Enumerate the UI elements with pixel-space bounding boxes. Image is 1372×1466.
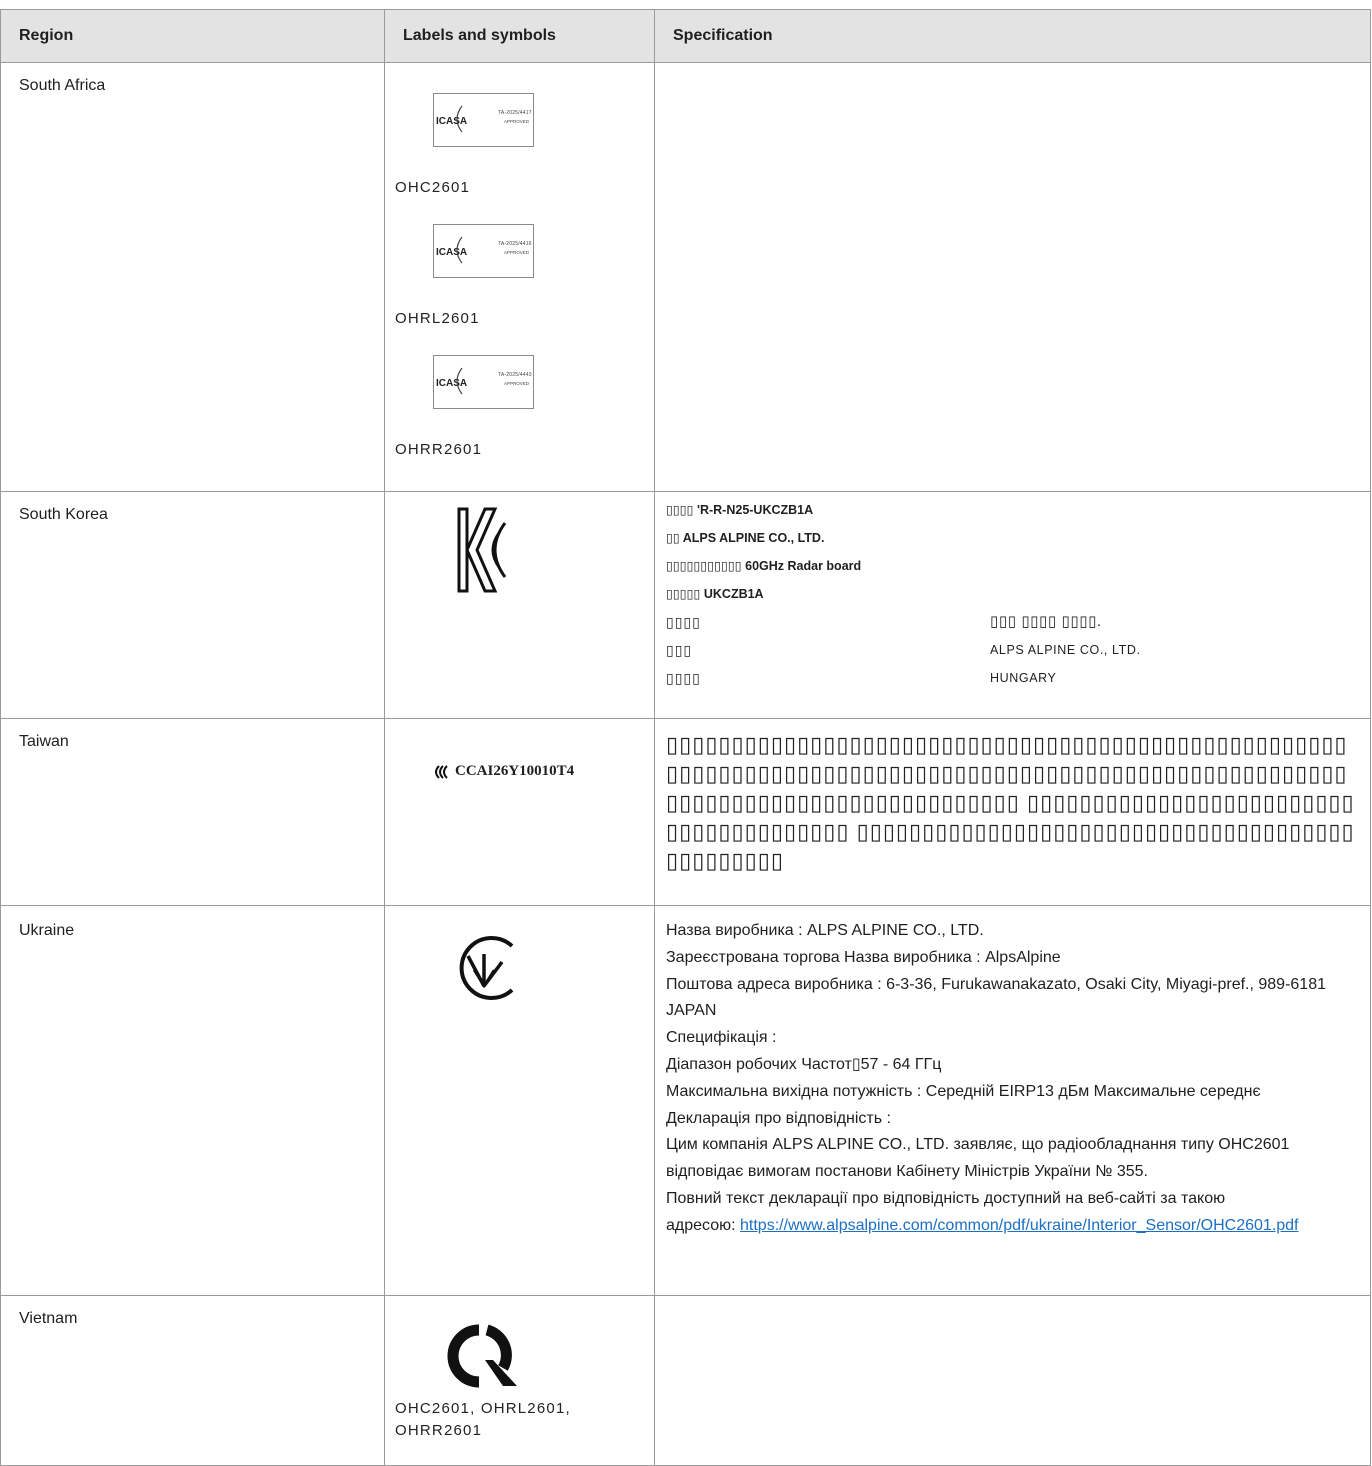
svg-text:ICASA: ICASA — [436, 378, 467, 389]
ua-link-prefix: адресою: — [666, 1216, 740, 1234]
spec-south-africa — [654, 62, 1371, 492]
table-row-vietnam: Vietnam OHC2601, OHRL2601, OHRR2601 — [0, 1295, 1371, 1466]
region-south-africa: South Africa — [0, 62, 385, 492]
kc-value-1: ▯▯▯ ▯▯▯▯ ▯▯▯▯. — [990, 613, 1102, 630]
icasa-code-3: TA-2025/4443 — [498, 372, 532, 378]
icasa-code-1: TA-2025/4417 — [498, 110, 532, 116]
region-ukraine: Ukraine — [0, 905, 385, 1296]
table-row-south-africa: South Africa ICASA TA-2025/4417 APPROVED… — [0, 62, 1371, 492]
ua-line-8: Цим компанія ALPS ALPINE CO., LTD. заявл… — [666, 1136, 1290, 1181]
header-spec: Specification — [654, 9, 1371, 63]
region-vietnam: Vietnam — [0, 1295, 385, 1466]
spec-south-korea: ▯▯▯▯ 'R-R-N25-UKCZB1A ▯▯ ALPS ALPINE CO.… — [654, 491, 1371, 719]
model-ohc2601: OHC2601 — [395, 179, 471, 196]
labels-cell-south-korea — [384, 491, 655, 719]
ua-line-4: Специфікація : — [666, 1029, 777, 1047]
ncc-waves-icon — [435, 764, 448, 779]
icasa-label-2: ICASA TA-2025/4416 APPROVED — [433, 224, 534, 278]
header-region: Region — [0, 9, 385, 63]
spec-ukraine: Назва виробника : ALPS ALPINE CO., LTD. … — [654, 905, 1371, 1296]
table-row-south-korea: South Korea ▯▯▯▯ 'R-R-N25-UKCZB1A ▯▯ ALP… — [0, 491, 1371, 719]
ua-line-6: Максимальна вихідна потужність : Середні… — [666, 1082, 1261, 1100]
kc-line-1: ▯▯▯▯ 'R-R-N25-UKCZB1A — [666, 503, 814, 517]
spec-vietnam — [654, 1295, 1371, 1466]
region-taiwan: Taiwan — [0, 718, 385, 906]
table-header-row: Region Labels and symbols Specification — [0, 9, 1371, 63]
taiwan-notice-text: ▯▯▯▯▯▯▯▯▯▯▯▯▯▯▯▯▯▯▯▯▯▯▯▯▯▯▯▯▯▯▯▯▯▯▯▯▯▯▯▯… — [666, 732, 1355, 873]
region-south-korea: South Korea — [0, 491, 385, 719]
icasa-approved-2: APPROVED — [504, 250, 530, 255]
labels-cell-vietnam: OHC2601, OHRL2601, OHRR2601 — [384, 1295, 655, 1466]
ua-line-1: Назва виробника : ALPS ALPINE CO., LTD. — [666, 922, 984, 939]
ukrsepro-mark-icon — [459, 936, 514, 1000]
kc-line-4: ▯▯▯▯▯ UKCZB1A — [666, 587, 764, 601]
table-row-taiwan: Taiwan CCAI26Y10010T4 ▯▯▯▯▯▯▯▯▯▯▯▯▯▯▯▯▯▯… — [0, 718, 1371, 906]
cr-mark-icon — [447, 1324, 517, 1388]
kc-info-grid: ▯▯▯▯ ▯▯▯ ▯▯▯▯ ▯▯▯▯. ▯▯▯ ALPS ALPINE CO.,… — [666, 608, 1370, 692]
labels-cell-taiwan: CCAI26Y10010T4 — [384, 718, 655, 906]
kc-line-3: ▯▯▯▯▯▯▯▯▯▯▯ 60GHz Radar board — [666, 559, 862, 573]
regulatory-table: Region Labels and symbols Specification … — [0, 9, 1371, 1466]
icasa-approved-3: APPROVED — [504, 381, 530, 386]
icasa-approved-1: APPROVED — [504, 119, 530, 124]
svg-text:ICASA: ICASA — [436, 116, 467, 127]
kc-value-3: HUNGARY — [990, 671, 1057, 685]
labels-cell-ukraine — [384, 905, 655, 1296]
ncc-code: CCAI26Y10010T4 — [455, 763, 575, 779]
ua-line-9: Повний текст декларації про відповідніст… — [666, 1189, 1226, 1207]
ua-line-2: Зареєстрована торгова Назва виробника : … — [666, 948, 1061, 966]
kc-key-1: ▯▯▯▯ — [666, 614, 701, 630]
icasa-code-2: TA-2025/4416 — [498, 241, 532, 247]
ncc-label: CCAI26Y10010T4 — [432, 763, 654, 780]
kc-value-2: ALPS ALPINE CO., LTD. — [990, 643, 1141, 657]
svg-text:ICASA: ICASA — [436, 247, 467, 258]
ua-line-3: Поштова адреса виробника : 6-3-36, Furuk… — [666, 975, 1326, 1020]
kc-key-2: ▯▯▯ — [666, 642, 693, 658]
icasa-label-3: ICASA TA-2025/4443 APPROVED — [433, 355, 534, 409]
icasa-logo-icon: ICASA — [436, 105, 467, 133]
header-labels: Labels and symbols — [384, 9, 655, 63]
ua-link-line: адресою: https://www.alpsalpine.com/comm… — [666, 1213, 1356, 1240]
labels-cell-south-africa: ICASA TA-2025/4417 APPROVED OHC2601 ICAS… — [384, 62, 655, 492]
icasa-label-1: ICASA TA-2025/4417 APPROVED — [433, 93, 534, 147]
declaration-link[interactable]: https://www.alpsalpine.com/common/pdf/uk… — [740, 1217, 1299, 1234]
kc-mark-icon — [457, 507, 507, 593]
vietnam-models: OHC2601, OHRL2601, OHRR2601 — [395, 1400, 571, 1439]
ua-line-7: Декларація про відповідність : — [666, 1109, 891, 1127]
kc-line-2: ▯▯ ALPS ALPINE CO., LTD. — [666, 531, 825, 545]
model-ohrl2601: OHRL2601 — [395, 310, 480, 327]
ua-line-5: Діапазон робочих Частот▯57 - 64 ГГц — [666, 1055, 942, 1073]
table-row-ukraine: Ukraine Назва виробника : ALPS ALPINE CO… — [0, 905, 1371, 1296]
icasa-logo-icon: ICASA — [436, 236, 467, 264]
spec-taiwan: ▯▯▯▯▯▯▯▯▯▯▯▯▯▯▯▯▯▯▯▯▯▯▯▯▯▯▯▯▯▯▯▯▯▯▯▯▯▯▯▯… — [654, 718, 1371, 906]
icasa-logo-icon: ICASA — [436, 367, 467, 395]
model-ohrr2601: OHRR2601 — [395, 441, 483, 458]
kc-key-3: ▯▯▯▯ — [666, 670, 701, 686]
